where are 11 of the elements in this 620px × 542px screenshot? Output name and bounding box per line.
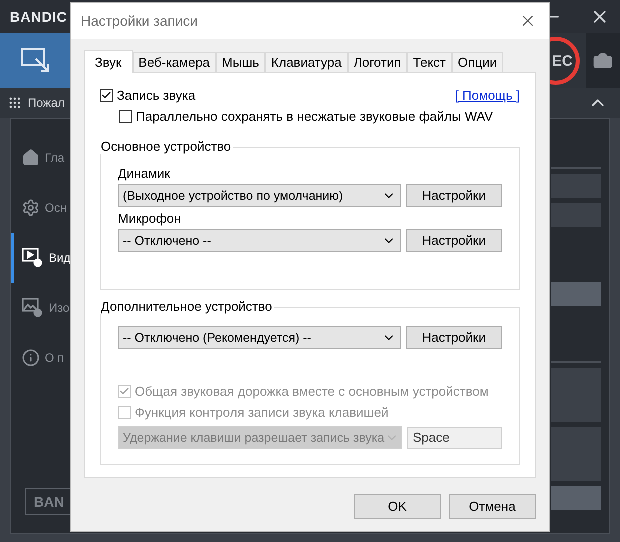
section-title: Пожал [28, 96, 65, 110]
checkbox-label: Запись звука [117, 88, 196, 103]
dialog-title: Настройки записи [81, 13, 198, 29]
field-label: Динамик [118, 166, 172, 183]
app-logo: BANDIC [10, 8, 68, 24]
checkbox-label: Параллельно сохранять в несжатые звуковые файлы WAV [136, 109, 494, 124]
group-title: Дополнительное устройство [99, 299, 274, 314]
field-label: Микрофон [118, 211, 182, 228]
checkbox-label: Общая звуковая дорожка вместе с основным устройством [135, 384, 489, 399]
checkbox-label: Функция контроля записи звука клавишей [135, 405, 389, 420]
group-title: Основное устройство [99, 139, 234, 154]
